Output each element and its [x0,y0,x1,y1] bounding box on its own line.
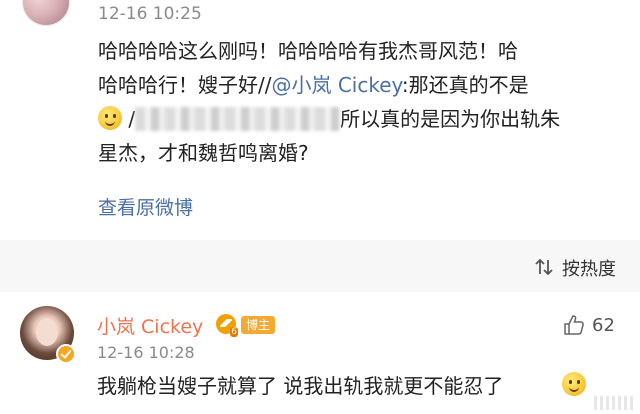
post-line-2: 哈哈哈行！嫂子好//@小岚 Cickey:那还真的不是 [98,68,628,102]
slash-text: / [128,107,136,131]
commenter-username[interactable]: 小岚 Cickey [97,312,203,339]
post-body: 哈哈哈哈这么刚吗！哈哈哈哈有我杰哥风范！哈 哈哈哈行！嫂子好//@小岚 Cick… [98,34,628,170]
sort-by-hot-button[interactable]: 按热度 [562,255,616,281]
comment-timestamp: 12-16 10:28 [97,343,195,362]
original-poster-avatar[interactable] [22,0,70,26]
view-original-link[interactable]: 查看原微博 [98,193,193,220]
author-badge: 博主 [241,316,276,334]
verified-badge-icon [56,344,76,364]
mention-link[interactable]: @小岚 Cickey [271,73,401,97]
thumbs-up-icon[interactable] [563,314,585,336]
smile-emoji-icon [562,372,586,396]
like-count: 62 [592,315,615,336]
post-line-3: / 所以真的是因为你出轨朱 [98,102,628,136]
post-line-3-tail: 所以真的是因为你出轨朱 [340,107,561,131]
blurred-redaction [135,107,341,131]
post-line-2-text: 哈哈哈行！嫂子好// [98,73,272,97]
post-line-1: 哈哈哈哈这么刚吗！哈哈哈哈有我杰哥风范！哈 [98,39,518,63]
post-timestamp: 12-16 10:25 [98,4,202,24]
post-line-4: 星杰，才和魏哲鸣离婚? [98,141,309,165]
comment-text: 我躺枪当嫂子就算了 说我出轨我就更不能忍了 [97,374,504,398]
sort-icon[interactable] [534,257,554,277]
member-crown-icon [216,314,238,337]
watermark [594,396,634,410]
post-line-2-tail: :那还真的不是 [401,73,529,97]
smile-emoji-icon [98,106,122,130]
